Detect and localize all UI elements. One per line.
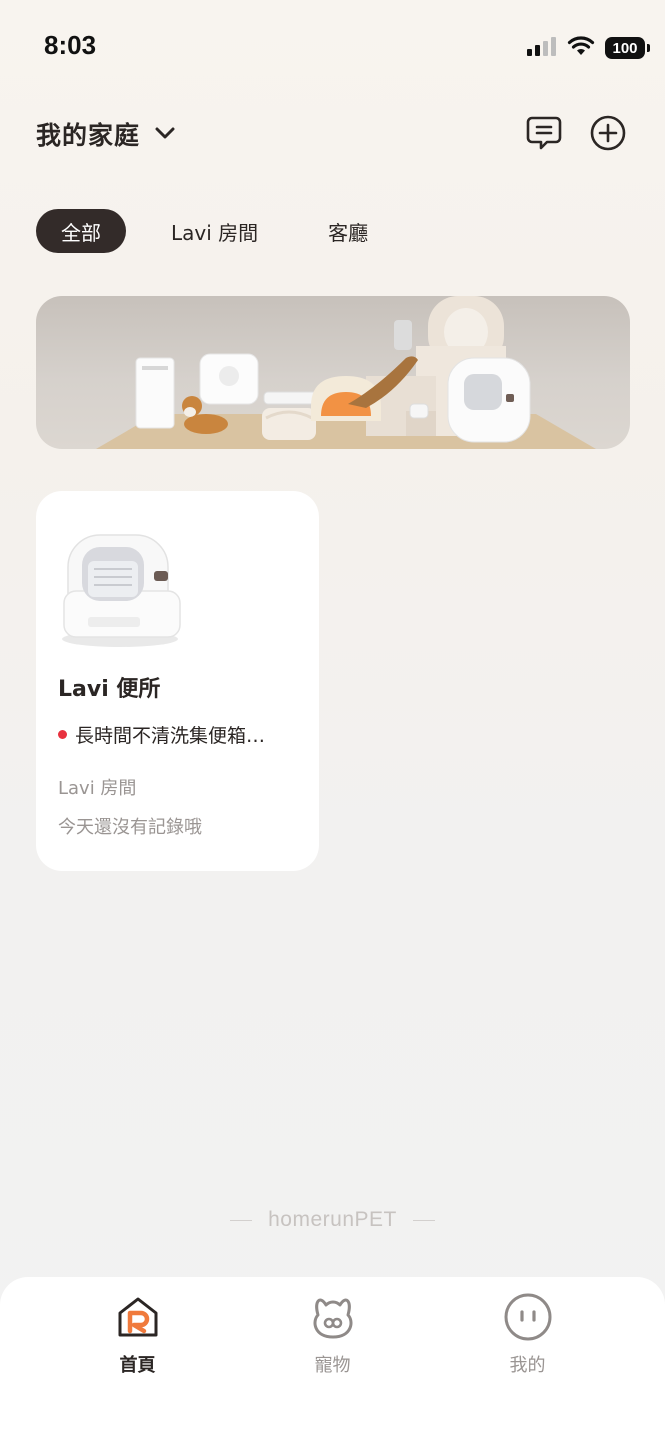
- message-icon: [525, 115, 563, 155]
- brand-footer: homerunPET: [0, 1208, 665, 1232]
- home-r-icon: [112, 1291, 164, 1343]
- message-button[interactable]: [525, 116, 563, 154]
- status-bar: 8:03 100: [0, 0, 665, 90]
- divider-right: [412, 1219, 435, 1221]
- alert-text: 長時間不清洗集便箱…: [75, 725, 266, 747]
- alert-dot-icon: [58, 730, 67, 739]
- home-screen: 8:03 100 我的家庭 全部 Lavi 房間 客廳 Lavi 便所 長時間不…: [0, 0, 665, 1440]
- bottom-nav: 首頁 寵物 我的: [0, 1277, 665, 1440]
- status-icons: 100: [527, 36, 650, 60]
- promo-banner[interactable]: [36, 296, 630, 449]
- litter-box-image: [58, 521, 228, 651]
- divider-left: [230, 1219, 253, 1221]
- add-device-button[interactable]: [589, 114, 627, 156]
- room-tabs: 全部 Lavi 房間 客廳: [36, 209, 393, 253]
- tab-lavi-room[interactable]: Lavi 房間: [146, 209, 283, 253]
- nav-home-label: 首頁: [119, 1355, 156, 1376]
- cellular-signal-icon: [527, 36, 557, 60]
- chevron-down-icon: [154, 125, 176, 144]
- device-room: Lavi 房間: [58, 778, 137, 799]
- device-alert: 長時間不清洗集便箱…: [58, 721, 265, 748]
- nav-profile[interactable]: 我的: [468, 1291, 588, 1440]
- wifi-icon: [567, 36, 595, 60]
- nav-home[interactable]: 首頁: [78, 1291, 198, 1440]
- device-card[interactable]: Lavi 便所 長時間不清洗集便箱… Lavi 房間 今天還沒有記錄哦: [36, 491, 319, 871]
- pet-bunny-icon: [307, 1291, 359, 1343]
- device-name: Lavi 便所: [58, 677, 161, 702]
- tab-all[interactable]: 全部: [36, 209, 126, 253]
- nav-pets-label: 寵物: [314, 1355, 351, 1376]
- tab-living-room[interactable]: 客廳: [303, 209, 393, 253]
- header-actions: [525, 114, 627, 156]
- status-time: 8:03: [44, 30, 97, 60]
- home-title: 我的家庭: [36, 121, 141, 150]
- plus-circle-icon: [589, 114, 627, 156]
- nav-profile-label: 我的: [509, 1355, 546, 1376]
- device-record-status: 今天還沒有記錄哦: [58, 817, 202, 838]
- banner-illustration: [96, 296, 596, 449]
- profile-face-icon: [502, 1291, 554, 1343]
- nav-pets[interactable]: 寵物: [273, 1291, 393, 1440]
- brand-logo: homerunPET: [268, 1208, 397, 1231]
- home-selector[interactable]: 我的家庭: [36, 116, 176, 152]
- battery-indicator: 100: [605, 37, 650, 59]
